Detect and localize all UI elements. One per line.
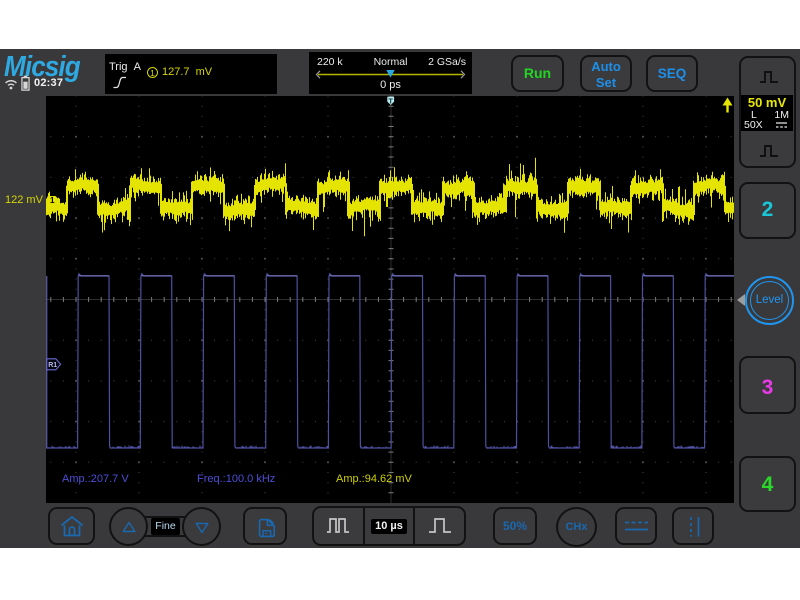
svg-text:R1: R1	[48, 362, 57, 369]
svg-text:T: T	[388, 96, 393, 105]
svg-text:1: 1	[50, 196, 55, 205]
